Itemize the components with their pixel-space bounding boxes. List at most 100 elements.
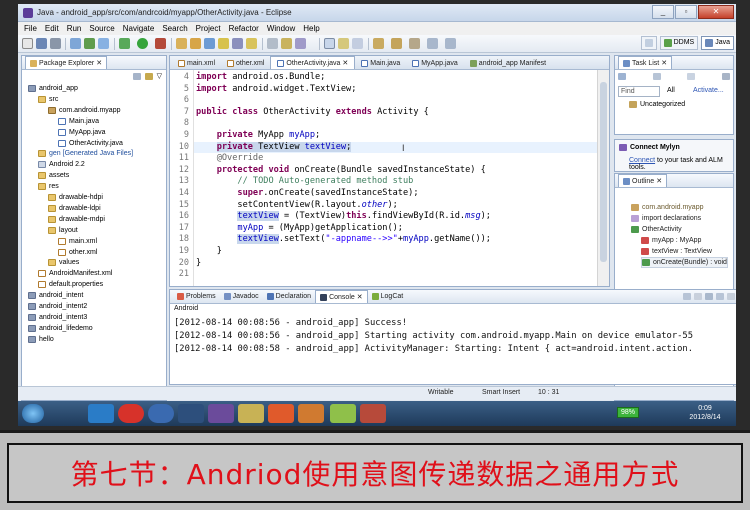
editor-tab-otheractivity-java[interactable]: OtherActivity.java ✕ bbox=[270, 56, 356, 69]
menu-window[interactable]: Window bbox=[263, 24, 299, 33]
run-icon[interactable] bbox=[137, 38, 148, 49]
task-all-link[interactable]: All bbox=[667, 87, 675, 94]
close-icon[interactable]: ✕ bbox=[357, 293, 363, 301]
menu-navigate[interactable]: Navigate bbox=[119, 24, 159, 33]
perspective-java[interactable]: Java bbox=[701, 36, 734, 50]
pen-icon[interactable] bbox=[267, 38, 278, 49]
search-icon[interactable] bbox=[232, 38, 243, 49]
external-tools-icon[interactable] bbox=[155, 38, 166, 49]
tab-problems[interactable]: Problems bbox=[173, 290, 220, 303]
outline-item[interactable]: com.android.myapp bbox=[631, 202, 703, 213]
clear-console-icon[interactable] bbox=[683, 293, 691, 300]
new-class-icon[interactable] bbox=[204, 38, 215, 49]
view-menu-icon[interactable]: ▽ bbox=[157, 72, 162, 80]
categorize-icon[interactable] bbox=[652, 73, 661, 80]
image-app-icon[interactable] bbox=[268, 404, 294, 423]
menu-file[interactable]: File bbox=[20, 24, 41, 33]
tree-item[interactable]: drawable-ldpi bbox=[48, 203, 101, 214]
menu-search[interactable]: Search bbox=[158, 24, 191, 33]
tree-item[interactable]: values bbox=[48, 257, 79, 268]
new-task-icon[interactable] bbox=[618, 73, 626, 80]
close-icon[interactable]: ✕ bbox=[96, 59, 102, 67]
tree-item[interactable]: main.xml bbox=[58, 236, 97, 247]
android-sdk-icon[interactable] bbox=[84, 38, 95, 49]
scrollbar-thumb[interactable] bbox=[600, 82, 607, 262]
start-button-icon[interactable] bbox=[22, 404, 44, 423]
highlight-icon[interactable] bbox=[281, 38, 292, 49]
tree-item[interactable]: assets bbox=[38, 170, 69, 181]
tree-item[interactable]: res bbox=[38, 181, 59, 192]
maximize-button[interactable]: ▫ bbox=[675, 5, 697, 19]
tab-logcat[interactable]: LogCat bbox=[368, 290, 408, 303]
task-activate-link[interactable]: Activate... bbox=[693, 87, 724, 94]
display-console-icon[interactable] bbox=[716, 293, 724, 300]
link-with-editor-icon[interactable] bbox=[144, 72, 153, 80]
menu-edit[interactable]: Edit bbox=[41, 24, 63, 33]
new-icon[interactable] bbox=[22, 38, 33, 49]
tree-item[interactable]: OtherActivity.java bbox=[58, 138, 123, 149]
menu-source[interactable]: Source bbox=[85, 24, 118, 33]
tree-item[interactable]: android_intent3 bbox=[28, 312, 87, 323]
minimize-button[interactable]: _ bbox=[652, 5, 674, 19]
show-whitespace-icon[interactable] bbox=[338, 38, 349, 49]
tree-item[interactable]: android_intent bbox=[28, 290, 83, 301]
pin-console-icon[interactable] bbox=[705, 293, 713, 300]
tab-outline[interactable]: Outline ✕ bbox=[618, 174, 668, 187]
avd-manager-icon[interactable] bbox=[98, 38, 109, 49]
tree-item[interactable]: drawable-hdpi bbox=[48, 192, 103, 203]
tree-item[interactable]: com.android.myapp bbox=[48, 105, 120, 116]
tree-item[interactable]: hello bbox=[28, 334, 54, 345]
open-console-icon[interactable] bbox=[727, 293, 735, 300]
plane-app-icon[interactable] bbox=[178, 404, 204, 423]
menu-refactor[interactable]: Refactor bbox=[225, 24, 263, 33]
tree-item[interactable]: layout bbox=[48, 225, 78, 236]
open-type-icon[interactable] bbox=[70, 38, 81, 49]
close-button[interactable]: ✕ bbox=[698, 5, 734, 19]
console-output[interactable]: Android [2012-08-14 00:08:56 - android_a… bbox=[170, 304, 736, 384]
media-app-icon[interactable] bbox=[298, 404, 324, 423]
outline-item[interactable]: myApp : MyApp bbox=[641, 235, 701, 246]
eclipse-taskbar-icon[interactable] bbox=[208, 404, 234, 423]
menu-run[interactable]: Run bbox=[63, 24, 86, 33]
editor-tab-manifest[interactable]: android_app Manifest bbox=[464, 57, 552, 69]
toggle-mark-icon[interactable] bbox=[324, 38, 335, 49]
close-icon[interactable]: ✕ bbox=[656, 177, 662, 185]
tab-declaration[interactable]: Declaration bbox=[263, 290, 315, 303]
task-find-input[interactable]: Find bbox=[618, 86, 660, 97]
tab-task-list[interactable]: Task List ✕ bbox=[618, 56, 673, 69]
editor-tab-other-xml[interactable]: other.xml bbox=[221, 57, 270, 69]
close-icon[interactable]: ✕ bbox=[342, 59, 348, 67]
outline-item[interactable]: import declarations bbox=[631, 213, 701, 224]
tree-item[interactable]: other.xml bbox=[58, 247, 97, 258]
debug-icon[interactable] bbox=[119, 38, 130, 49]
collapse-all-icon[interactable] bbox=[132, 72, 141, 80]
tree-item[interactable]: android_app bbox=[28, 83, 78, 94]
open-type-hierarchy-icon[interactable] bbox=[218, 38, 229, 49]
tree-item[interactable]: android_intent2 bbox=[28, 301, 87, 312]
editor-tab-main-java[interactable]: Main.java bbox=[355, 57, 406, 69]
previous-annotation-arrow-icon[interactable] bbox=[391, 38, 402, 49]
editor-tab-main-xml[interactable]: main.xml bbox=[172, 57, 221, 69]
internet-explorer-icon[interactable] bbox=[88, 404, 114, 423]
system-clock[interactable]: 0:09 2012/8/14 bbox=[678, 404, 732, 422]
collapse-icon[interactable] bbox=[721, 73, 730, 80]
tree-item[interactable]: Android 2.2 bbox=[38, 159, 85, 170]
mylyn-connect-link[interactable]: Connect bbox=[629, 157, 655, 164]
tree-item[interactable]: MyApp.java bbox=[58, 127, 106, 138]
back-icon[interactable] bbox=[427, 38, 438, 49]
tree-item[interactable]: Main.java bbox=[58, 116, 99, 127]
editor-scrollbar[interactable] bbox=[597, 70, 609, 286]
menu-help[interactable]: Help bbox=[299, 24, 323, 33]
opera-icon[interactable] bbox=[118, 404, 144, 423]
tree-item[interactable]: src bbox=[38, 94, 58, 105]
new-java-project-icon[interactable] bbox=[176, 38, 187, 49]
close-icon[interactable]: ✕ bbox=[661, 59, 667, 67]
open-folder-icon[interactable] bbox=[246, 38, 257, 49]
tab-javadoc[interactable]: Javadoc bbox=[220, 290, 263, 303]
battery-indicator[interactable]: 98% bbox=[617, 407, 639, 418]
scroll-lock-icon[interactable] bbox=[694, 293, 702, 300]
open-perspective-button[interactable] bbox=[640, 36, 657, 50]
menu-project[interactable]: Project bbox=[192, 24, 225, 33]
hammer-app-icon[interactable] bbox=[360, 404, 386, 423]
tab-package-explorer[interactable]: Package Explorer ✕ bbox=[25, 56, 108, 69]
